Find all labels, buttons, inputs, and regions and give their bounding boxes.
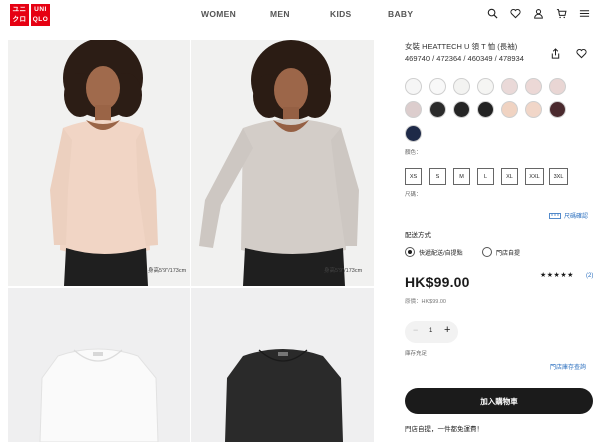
color-swatch[interactable]	[405, 78, 422, 95]
color-swatch[interactable]	[453, 78, 470, 95]
color-swatch[interactable]	[453, 101, 470, 118]
stock-status: 庫存充足	[405, 351, 428, 357]
color-swatch[interactable]	[477, 101, 494, 118]
add-to-cart-button[interactable]: 加入購物車	[405, 388, 593, 414]
size-option-xxl[interactable]: XXL	[525, 168, 544, 185]
size-option-xl[interactable]: XL	[501, 168, 518, 185]
store-stock-link[interactable]: 門店庫存查詢	[550, 362, 586, 371]
color-swatch[interactable]	[525, 78, 542, 95]
product-image-4[interactable]	[191, 288, 374, 442]
model-height-caption-2: 身高5'9"/173cm	[324, 268, 363, 274]
model-photo-grey	[199, 40, 359, 286]
nav-women[interactable]: WOMEN	[201, 9, 236, 19]
model-height-caption-1: 身高5'9"/173cm	[148, 268, 187, 274]
color-swatch[interactable]	[405, 125, 422, 142]
heart-icon[interactable]	[510, 8, 521, 19]
size-option-xs[interactable]: XS	[405, 168, 422, 185]
color-swatch[interactable]	[405, 101, 422, 118]
size-guide-label: 尺碼確認	[564, 213, 589, 220]
color-swatch[interactable]	[501, 78, 518, 95]
ruler-icon	[549, 206, 561, 224]
logo-text-1: ユニ	[12, 6, 27, 13]
logo-block-latin: UNI QLO	[31, 4, 50, 26]
color-label: 顏色：	[405, 150, 422, 156]
product-title: 女裝 HEATTECH U 領 T 恤 (長袖) 469740 / 472364…	[405, 42, 524, 63]
nav-kids[interactable]: KIDS	[330, 9, 352, 19]
original-price: 原價：HK$99.00	[405, 299, 446, 305]
color-swatch[interactable]	[429, 78, 446, 95]
black-top-flatlay	[225, 349, 343, 442]
review-count[interactable]: (2)	[586, 273, 593, 279]
color-swatch[interactable]	[477, 78, 494, 95]
quantity-decrease-button[interactable]: −	[413, 325, 418, 335]
size-guide-link[interactable]: 尺碼確認	[549, 206, 588, 224]
color-swatch[interactable]	[501, 101, 518, 118]
header-icons	[487, 8, 590, 19]
nav-men[interactable]: MEN	[270, 9, 290, 19]
size-option-l[interactable]: L	[477, 168, 494, 185]
menu-icon[interactable]	[579, 8, 590, 19]
nav-baby[interactable]: BABY	[388, 9, 413, 19]
size-option-s[interactable]: S	[429, 168, 446, 185]
wishlist-heart-icon[interactable]	[576, 46, 587, 64]
size-label: 尺碼：	[405, 192, 422, 198]
delivery-radio-store[interactable]	[482, 247, 492, 257]
site-header: ユニ クロ UNI QLO WOMEN MEN KIDS BABY	[0, 0, 600, 30]
search-icon[interactable]	[487, 8, 498, 19]
product-image-1[interactable]: 身高5'9"/173cm	[8, 40, 190, 286]
color-swatch[interactable]	[549, 78, 566, 95]
logo-text-3: UNI	[34, 6, 47, 13]
delivery-radio-courier[interactable]	[405, 247, 415, 257]
delivery-option-courier[interactable]: 快遞配送/自提點	[419, 248, 463, 257]
color-swatch[interactable]	[525, 101, 542, 118]
color-swatch[interactable]	[429, 101, 446, 118]
share-icon[interactable]	[550, 46, 561, 64]
product-image-3[interactable]	[8, 288, 190, 442]
rating-stars[interactable]: ★★★★★	[540, 271, 574, 279]
promo-text: 門店自提，一件都免運費！	[405, 426, 483, 433]
logo-block-katakana: ユニ クロ	[10, 4, 29, 26]
delivery-option-store[interactable]: 門店自提	[496, 248, 520, 257]
cart-icon[interactable]	[556, 8, 567, 19]
uniqlo-logo[interactable]: ユニ クロ UNI QLO	[10, 4, 50, 26]
size-option-m[interactable]: M	[453, 168, 470, 185]
white-top-flatlay	[39, 348, 159, 442]
logo-text-2: クロ	[12, 16, 27, 23]
user-icon[interactable]	[533, 8, 544, 19]
product-price: HK$99.00	[405, 274, 470, 290]
quantity-increase-button[interactable]: +	[444, 324, 450, 336]
delivery-heading: 配送方式	[405, 232, 431, 239]
model-photo-pink	[50, 40, 158, 286]
color-swatch[interactable]	[549, 101, 566, 118]
size-option-3xl[interactable]: 3XL	[549, 168, 568, 185]
quantity-stepper: − 1 +	[405, 321, 458, 343]
product-image-2[interactable]: 身高5'9"/173cm	[191, 40, 374, 286]
logo-text-4: QLO	[32, 16, 49, 23]
quantity-value[interactable]: 1	[429, 328, 432, 334]
